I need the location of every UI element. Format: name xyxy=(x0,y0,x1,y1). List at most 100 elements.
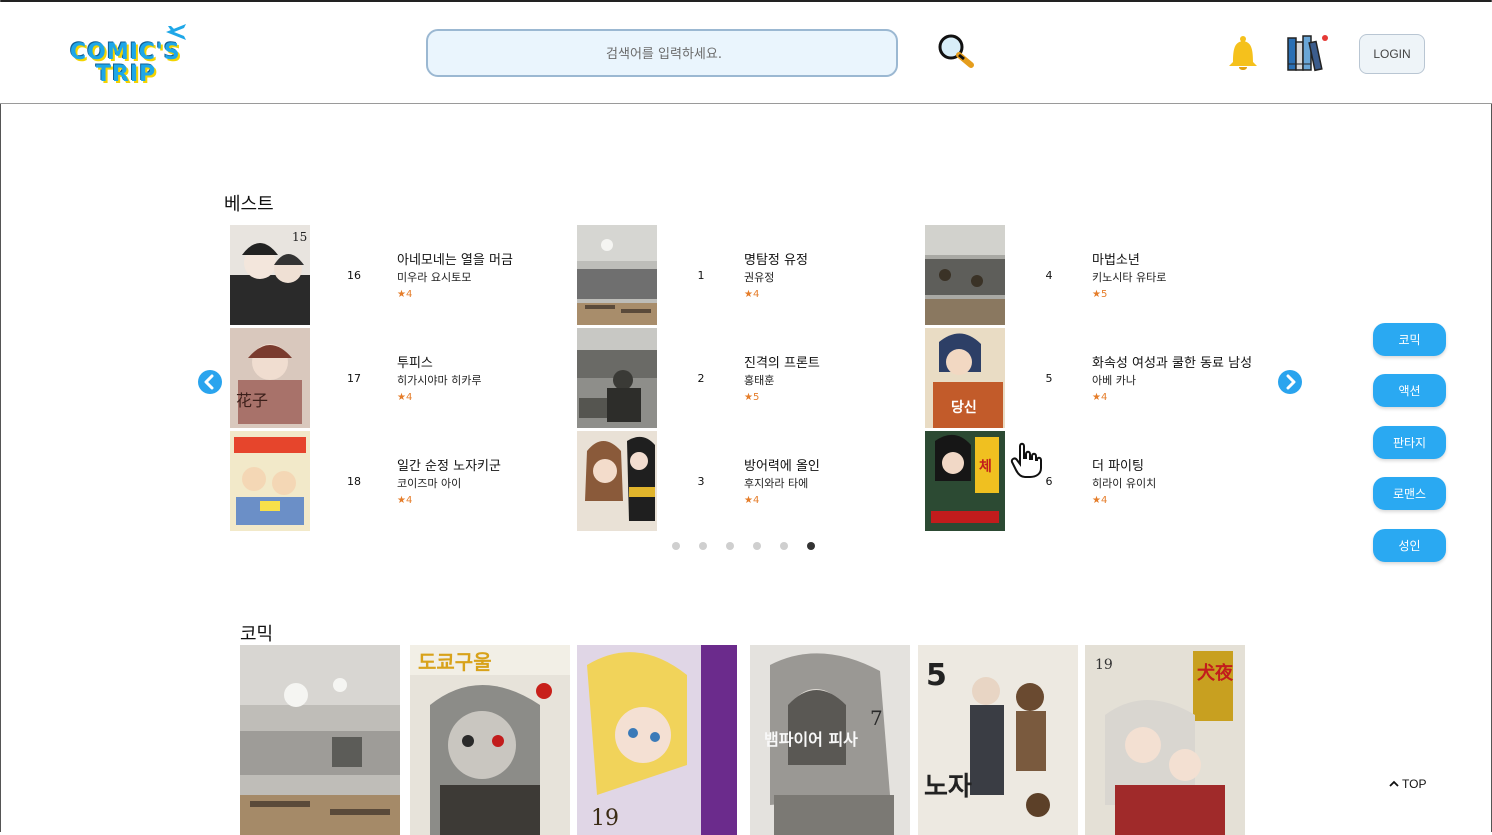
carousel-dot[interactable] xyxy=(726,542,734,550)
comic-card[interactable]: 뱀파이어 피사 7 xyxy=(750,645,910,835)
best-author: 권유정 xyxy=(744,271,775,284)
carousel-dot[interactable] xyxy=(780,542,788,550)
window-frame-left xyxy=(0,0,1,832)
best-rating: ★4 xyxy=(1092,392,1108,403)
best-rank: 5 xyxy=(1045,372,1053,385)
best-item[interactable]: 당신 5 화속성 여성과 쿨한 동료 남성 아베 카나 ★4 xyxy=(919,328,1261,431)
best-item[interactable]: 1 명탐정 유정 권유정 ★4 xyxy=(571,225,913,328)
star-icon: ★ xyxy=(397,289,406,300)
best-rating: ★4 xyxy=(397,392,413,403)
comic-card[interactable]: 도쿄구울 xyxy=(410,645,570,835)
chevron-up-icon xyxy=(1389,780,1399,787)
best-item[interactable]: 15 16 아네모네는 열을 머금 미우라 요시토모 ★4 xyxy=(224,225,566,328)
best-rating: ★5 xyxy=(1092,289,1108,300)
best-item[interactable]: 4 마법소년 키노시타 유타로 ★5 xyxy=(919,225,1261,328)
carousel-dot-active[interactable] xyxy=(807,542,815,550)
svg-text:19: 19 xyxy=(591,806,619,831)
book-cover[interactable] xyxy=(577,328,657,428)
logo-text-line2: TRIP xyxy=(96,62,157,87)
svg-text:7: 7 xyxy=(870,706,883,730)
carousel-dot[interactable] xyxy=(753,542,761,550)
best-item[interactable]: 3 방어력에 올인 후지와라 타에 ★4 xyxy=(571,431,913,534)
carousel-dot[interactable] xyxy=(699,542,707,550)
best-rating: ★4 xyxy=(744,495,760,506)
category-button-action[interactable]: 액션 xyxy=(1373,374,1446,407)
search-icon[interactable] xyxy=(935,32,975,72)
best-title[interactable]: 명탐정 유정 xyxy=(744,249,808,268)
comic-card[interactable] xyxy=(240,645,400,835)
star-icon: ★ xyxy=(744,392,753,403)
comic-section-title: 코믹 xyxy=(240,624,274,645)
best-title[interactable]: 투피스 xyxy=(397,352,433,371)
search-field[interactable] xyxy=(426,29,900,77)
bell-icon[interactable] xyxy=(1225,34,1261,74)
best-rating: ★4 xyxy=(1092,495,1108,506)
best-item[interactable]: 18 일간 순정 노자키군 코이즈마 아이 ★4 xyxy=(224,431,566,534)
category-button-romance[interactable]: 로맨스 xyxy=(1373,477,1446,510)
best-rank: 3 xyxy=(697,475,705,488)
best-title[interactable]: 진격의 프론트 xyxy=(744,352,820,371)
book-cover[interactable] xyxy=(925,225,1005,325)
svg-text:뱀파이어 피사: 뱀파이어 피사 xyxy=(764,730,858,749)
svg-text:花子: 花子 xyxy=(236,391,268,410)
best-title[interactable]: 마법소년 xyxy=(1092,249,1140,268)
best-item[interactable]: 체 6 더 파이팅 히라이 유이치 ★4 xyxy=(919,431,1261,534)
svg-text:체: 체 xyxy=(979,459,992,475)
star-icon: ★ xyxy=(1092,392,1101,403)
star-icon: ★ xyxy=(397,392,406,403)
best-rating: ★5 xyxy=(744,392,760,403)
best-rank: 1 xyxy=(697,269,705,282)
svg-text:15: 15 xyxy=(292,230,307,244)
scroll-to-top-button[interactable]: TOP xyxy=(1388,777,1426,791)
best-rank: 2 xyxy=(697,372,705,385)
book-cover[interactable] xyxy=(577,225,657,325)
category-button-adult[interactable]: 성인 xyxy=(1373,529,1446,562)
hand-cursor-icon xyxy=(1010,442,1042,478)
star-icon: ★ xyxy=(397,495,406,506)
best-rank: 4 xyxy=(1045,269,1053,282)
book-cover[interactable]: 체 xyxy=(925,431,1005,531)
library-button[interactable] xyxy=(1285,34,1329,74)
category-button-comic[interactable]: 코믹 xyxy=(1373,323,1446,356)
best-rating: ★4 xyxy=(397,495,413,506)
carousel-prev-button[interactable] xyxy=(198,370,222,394)
best-item[interactable]: 2 진격의 프론트 홍태훈 ★5 xyxy=(571,328,913,431)
book-cover[interactable]: 花子 xyxy=(230,328,310,428)
book-cover[interactable] xyxy=(577,431,657,531)
carousel-next-button[interactable] xyxy=(1278,370,1302,394)
best-column-1: 15 16 아네모네는 열을 머금 미우라 요시토모 ★4 花子 17 투피스 … xyxy=(224,225,566,535)
book-cover[interactable] xyxy=(230,431,310,531)
airplane-icon xyxy=(166,24,186,40)
star-icon: ★ xyxy=(1092,495,1101,506)
best-author: 히라이 유이치 xyxy=(1092,477,1157,490)
comic-card[interactable]: 19 犬夜 xyxy=(1085,645,1245,835)
best-rating: ★4 xyxy=(397,289,413,300)
best-title[interactable]: 더 파이팅 xyxy=(1092,455,1144,474)
best-title[interactable]: 일간 순정 노자키군 xyxy=(397,455,501,474)
best-rank: 18 xyxy=(347,475,361,488)
books-icon xyxy=(1287,35,1328,72)
carousel-dot[interactable] xyxy=(672,542,680,550)
site-logo[interactable]: COMIC'S TRIP xyxy=(66,20,192,88)
best-author: 히가시야마 히카루 xyxy=(397,374,482,387)
best-title[interactable]: 아네모네는 열을 머금 xyxy=(397,249,513,268)
search-input[interactable] xyxy=(428,31,900,77)
category-button-fantasy[interactable]: 판타지 xyxy=(1373,426,1446,459)
svg-text:노자: 노자 xyxy=(924,772,972,802)
book-cover[interactable]: 당신 xyxy=(925,328,1005,428)
book-cover[interactable]: 15 xyxy=(230,225,310,325)
best-title[interactable]: 방어력에 올인 xyxy=(744,455,820,474)
svg-text:19: 19 xyxy=(1095,657,1113,673)
top-label: TOP xyxy=(1402,777,1427,791)
login-button[interactable]: LOGIN xyxy=(1359,34,1425,74)
best-author: 홍태훈 xyxy=(744,374,775,387)
star-icon: ★ xyxy=(744,495,753,506)
comic-card[interactable]: 19 xyxy=(577,645,737,835)
comic-card[interactable]: 5 노자 xyxy=(918,645,1078,835)
svg-text:犬夜: 犬夜 xyxy=(1197,662,1234,684)
best-author: 후지와라 타에 xyxy=(744,477,809,490)
site-header: COMIC'S TRIP LOGIN xyxy=(0,2,1492,104)
best-column-2: 1 명탐정 유정 권유정 ★4 2 진격의 프론트 홍태훈 ★5 3 방어력에 … xyxy=(571,225,913,535)
best-item[interactable]: 花子 17 투피스 히가시야마 히카루 ★4 xyxy=(224,328,566,431)
best-title[interactable]: 화속성 여성과 쿨한 동료 남성 xyxy=(1092,352,1252,371)
